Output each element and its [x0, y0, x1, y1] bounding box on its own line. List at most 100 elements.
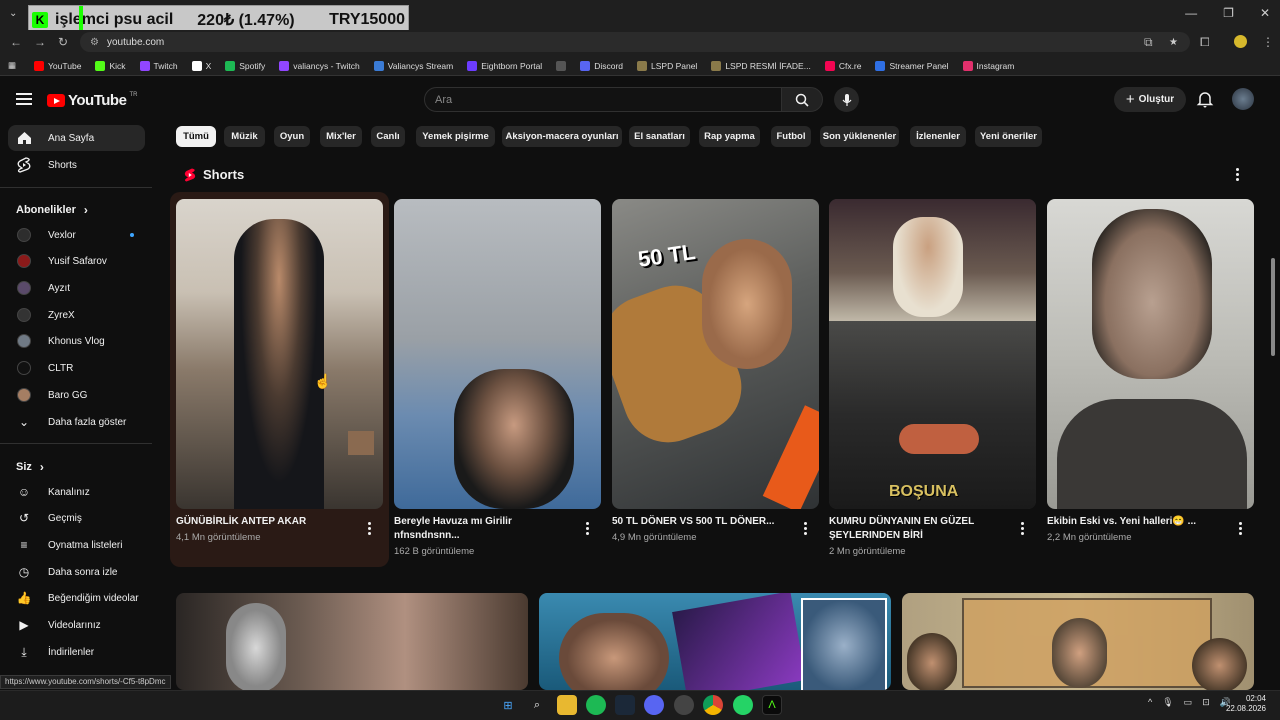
- you-item-1[interactable]: ↺ Geçmiş: [8, 505, 145, 531]
- site-info-icon[interactable]: ⚙: [90, 37, 99, 48]
- youtube-logo[interactable]: YouTube TR: [47, 92, 137, 109]
- short-more-options-icon[interactable]: [368, 522, 371, 535]
- short-thumbnail-3[interactable]: 50 TL: [612, 199, 819, 509]
- minimize-icon[interactable]: —: [1185, 6, 1197, 20]
- apps-grid-icon[interactable]: ▦: [8, 60, 16, 71]
- subscriptions-header[interactable]: Abonelikler ›: [16, 203, 88, 217]
- sidebar-item-shorts[interactable]: Shorts: [8, 152, 145, 178]
- filter-chip[interactable]: Futbol: [771, 126, 811, 147]
- bookmark-item[interactable]: Streamer Panel: [875, 60, 949, 71]
- bookmark-item[interactable]: valiancys - Twitch: [279, 60, 360, 71]
- forward-icon[interactable]: →: [34, 35, 46, 49]
- bookmark-item[interactable]: Spotify: [225, 60, 265, 71]
- tab-search-chevron-icon[interactable]: ⌄: [9, 8, 17, 19]
- you-item-5[interactable]: ▶ Videolarınız: [8, 612, 145, 638]
- taskbar-search-icon[interactable]: ⌕: [527, 695, 547, 715]
- filter-chip[interactable]: El sanatları: [629, 126, 690, 147]
- taskbar-clock[interactable]: 02:04 22.08.2026: [1226, 694, 1266, 714]
- filter-chip[interactable]: Yemek pişirme: [416, 126, 495, 147]
- browser-menu-icon[interactable]: ⋮: [1262, 35, 1274, 49]
- you-item-6[interactable]: ⤓ İndirilenler: [8, 639, 145, 665]
- subscription-item[interactable]: CLTR: [8, 355, 145, 381]
- filter-chip[interactable]: Oyun: [274, 126, 310, 147]
- short-more-options-icon[interactable]: [586, 522, 589, 535]
- you-item-0[interactable]: ☺ Kanalınız: [8, 479, 145, 505]
- short-more-options-icon[interactable]: [804, 522, 807, 535]
- subscription-item[interactable]: Baro GG: [8, 382, 145, 408]
- filter-chip[interactable]: Son yüklenenler: [820, 126, 899, 147]
- address-bar[interactable]: ⚙ youtube.com ★: [80, 32, 1190, 52]
- you-section-header[interactable]: Siz ›: [16, 460, 44, 474]
- whatsapp-taskbar-icon[interactable]: [733, 695, 753, 715]
- bookmark-item[interactable]: Kick: [95, 60, 126, 71]
- account-avatar[interactable]: [1232, 88, 1254, 110]
- filter-chip[interactable]: Mix'ler: [320, 126, 362, 147]
- bookmark-item[interactable]: X: [191, 60, 211, 71]
- short-thumbnail-2[interactable]: [394, 199, 601, 509]
- back-icon[interactable]: ←: [10, 35, 22, 49]
- network-tray-icon[interactable]: ⊡: [1202, 697, 1210, 708]
- bookmark-item[interactable]: LSPD RESMİ İFADE...: [711, 60, 811, 71]
- subscription-item[interactable]: ZyreX: [8, 302, 145, 328]
- reload-icon[interactable]: ↻: [58, 35, 68, 49]
- bookmark-item[interactable]: Eightborn Portal: [467, 60, 542, 71]
- subscription-item[interactable]: Yusif Safarov: [8, 248, 145, 274]
- page-scrollbar[interactable]: [1271, 258, 1275, 356]
- bookmark-star-icon[interactable]: ★: [1169, 37, 1178, 48]
- shorts-more-options-icon[interactable]: [1236, 168, 1239, 181]
- filter-chip[interactable]: Canlı: [371, 126, 405, 147]
- short-thumbnail-1[interactable]: ☝: [176, 199, 383, 509]
- microphone-tray-icon[interactable]: 🎙: [1162, 697, 1173, 708]
- display-tray-icon[interactable]: ▭: [1184, 697, 1193, 708]
- short-title-line1[interactable]: KUMRU DÜNYANIN EN GÜZEL: [829, 515, 1009, 529]
- show-more-button[interactable]: ⌄ Daha fazla göster: [8, 409, 145, 435]
- you-item-4[interactable]: 👍 Beğendiğim videolar: [8, 585, 145, 611]
- create-button[interactable]: + Oluştur: [1114, 87, 1186, 112]
- bookmark-item[interactable]: YouTube: [34, 60, 81, 71]
- short-title-line2[interactable]: ŞEYLERINDEN BİRİ: [829, 529, 1009, 543]
- file-explorer-icon[interactable]: [557, 695, 577, 715]
- chrome-taskbar-icon[interactable]: [703, 695, 723, 715]
- discord-taskbar-icon[interactable]: [644, 695, 664, 715]
- filter-chip[interactable]: Tümü: [176, 126, 216, 147]
- filter-chip[interactable]: Müzik: [224, 126, 265, 147]
- start-menu-icon[interactable]: ⊞: [498, 695, 518, 715]
- tray-chevron-icon[interactable]: ^: [1148, 697, 1152, 708]
- filter-chip[interactable]: Rap yapma: [699, 126, 760, 147]
- bookmark-item[interactable]: Instagram: [962, 60, 1014, 71]
- short-title-line1[interactable]: Bereyle Havuza mı Girilir: [394, 515, 574, 529]
- short-title-line2[interactable]: nfnsndnsnn...: [394, 529, 574, 543]
- video-thumbnail-3[interactable]: [902, 593, 1254, 690]
- short-thumbnail-5[interactable]: [1047, 199, 1254, 509]
- install-app-icon[interactable]: ⧉: [1144, 35, 1153, 50]
- close-icon[interactable]: ✕: [1260, 6, 1270, 20]
- short-title-line1[interactable]: Ekibin Eski vs. Yeni halleri😁 ...: [1047, 515, 1227, 529]
- app-taskbar-icon[interactable]: Λ: [762, 695, 782, 715]
- short-title-line1[interactable]: GÜNÜBİRLİK ANTEP AKAR: [176, 515, 356, 529]
- profile-avatar[interactable]: [1234, 35, 1247, 48]
- video-thumbnail-1[interactable]: [176, 593, 528, 690]
- obs-taskbar-icon[interactable]: [674, 695, 694, 715]
- voice-search-button[interactable]: [834, 87, 859, 112]
- short-more-options-icon[interactable]: [1021, 522, 1024, 535]
- bookmark-item[interactable]: Discord: [580, 60, 623, 71]
- search-input[interactable]: Ara: [424, 87, 782, 112]
- bookmark-item[interactable]: [556, 60, 567, 71]
- notifications-bell-icon[interactable]: [1196, 90, 1214, 108]
- search-button[interactable]: [781, 87, 823, 112]
- spotify-taskbar-icon[interactable]: [586, 695, 606, 715]
- subscription-item[interactable]: Ayzıt: [8, 275, 145, 301]
- extensions-icon[interactable]: ⧠: [1200, 35, 1210, 50]
- menu-icon[interactable]: [16, 93, 32, 105]
- short-thumbnail-4[interactable]: BOŞUNA: [829, 199, 1036, 509]
- bookmark-item[interactable]: Twitch: [139, 60, 178, 71]
- filter-chip[interactable]: Aksiyon-macera oyunları: [502, 126, 622, 147]
- filter-chip[interactable]: İzlenenler: [910, 126, 966, 147]
- filter-chip[interactable]: Yeni öneriler: [975, 126, 1042, 147]
- subscription-item[interactable]: Khonus Vlog: [8, 328, 145, 354]
- short-more-options-icon[interactable]: [1239, 522, 1242, 535]
- you-item-3[interactable]: ◷ Daha sonra izle: [8, 559, 145, 585]
- bookmark-item[interactable]: LSPD Panel: [637, 60, 697, 71]
- steam-taskbar-icon[interactable]: [615, 695, 635, 715]
- maximize-icon[interactable]: ❐: [1223, 6, 1234, 20]
